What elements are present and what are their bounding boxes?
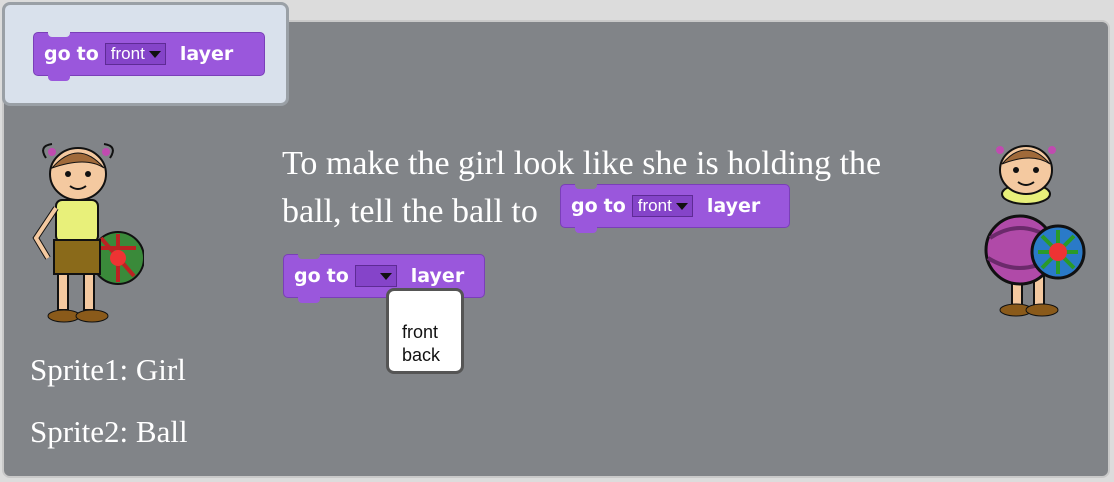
- block-word-go: go: [44, 43, 71, 65]
- block-word-layer: layer: [706, 195, 761, 217]
- layer-dropdown-menu: front back: [386, 288, 464, 374]
- girl-with-ball-sprite-icon: [32, 143, 144, 323]
- inline-go-to-layer-block[interactable]: go to front layer: [560, 184, 790, 233]
- block-word-to: to: [603, 195, 626, 217]
- menu-option-front[interactable]: front: [402, 321, 461, 344]
- sprite2-label: Sprite2: Ball: [30, 414, 188, 449]
- girl-holding-ball-sprite-icon: [984, 145, 1086, 317]
- block-word-go: go: [571, 195, 598, 217]
- menu-option-back[interactable]: back: [402, 344, 461, 367]
- block-word-go: go: [294, 265, 321, 287]
- block-palette-tab: go to front layer: [2, 2, 289, 106]
- sprite1-label: Sprite1: Girl: [30, 352, 186, 387]
- block-word-layer: layer: [179, 43, 234, 65]
- layer-dropdown[interactable]: front: [631, 195, 693, 217]
- go-to-layer-block[interactable]: go to front layer: [33, 32, 265, 81]
- layer-dropdown-value: front: [110, 44, 145, 63]
- layer-dropdown[interactable]: front: [104, 43, 166, 65]
- block-word-layer: layer: [410, 265, 465, 287]
- dropdown-caret-icon: [675, 202, 688, 210]
- dropdown-caret-icon: [379, 272, 392, 280]
- block-word-to: to: [76, 43, 99, 65]
- instruction-line-2: ball, tell the ball to: [282, 193, 538, 230]
- layer-dropdown-value: front: [637, 196, 672, 215]
- block-word-to: to: [326, 265, 349, 287]
- instruction-line-1: To make the girl look like she is holdin…: [282, 145, 882, 182]
- dropdown-caret-icon: [148, 50, 161, 58]
- layer-dropdown[interactable]: [354, 265, 397, 287]
